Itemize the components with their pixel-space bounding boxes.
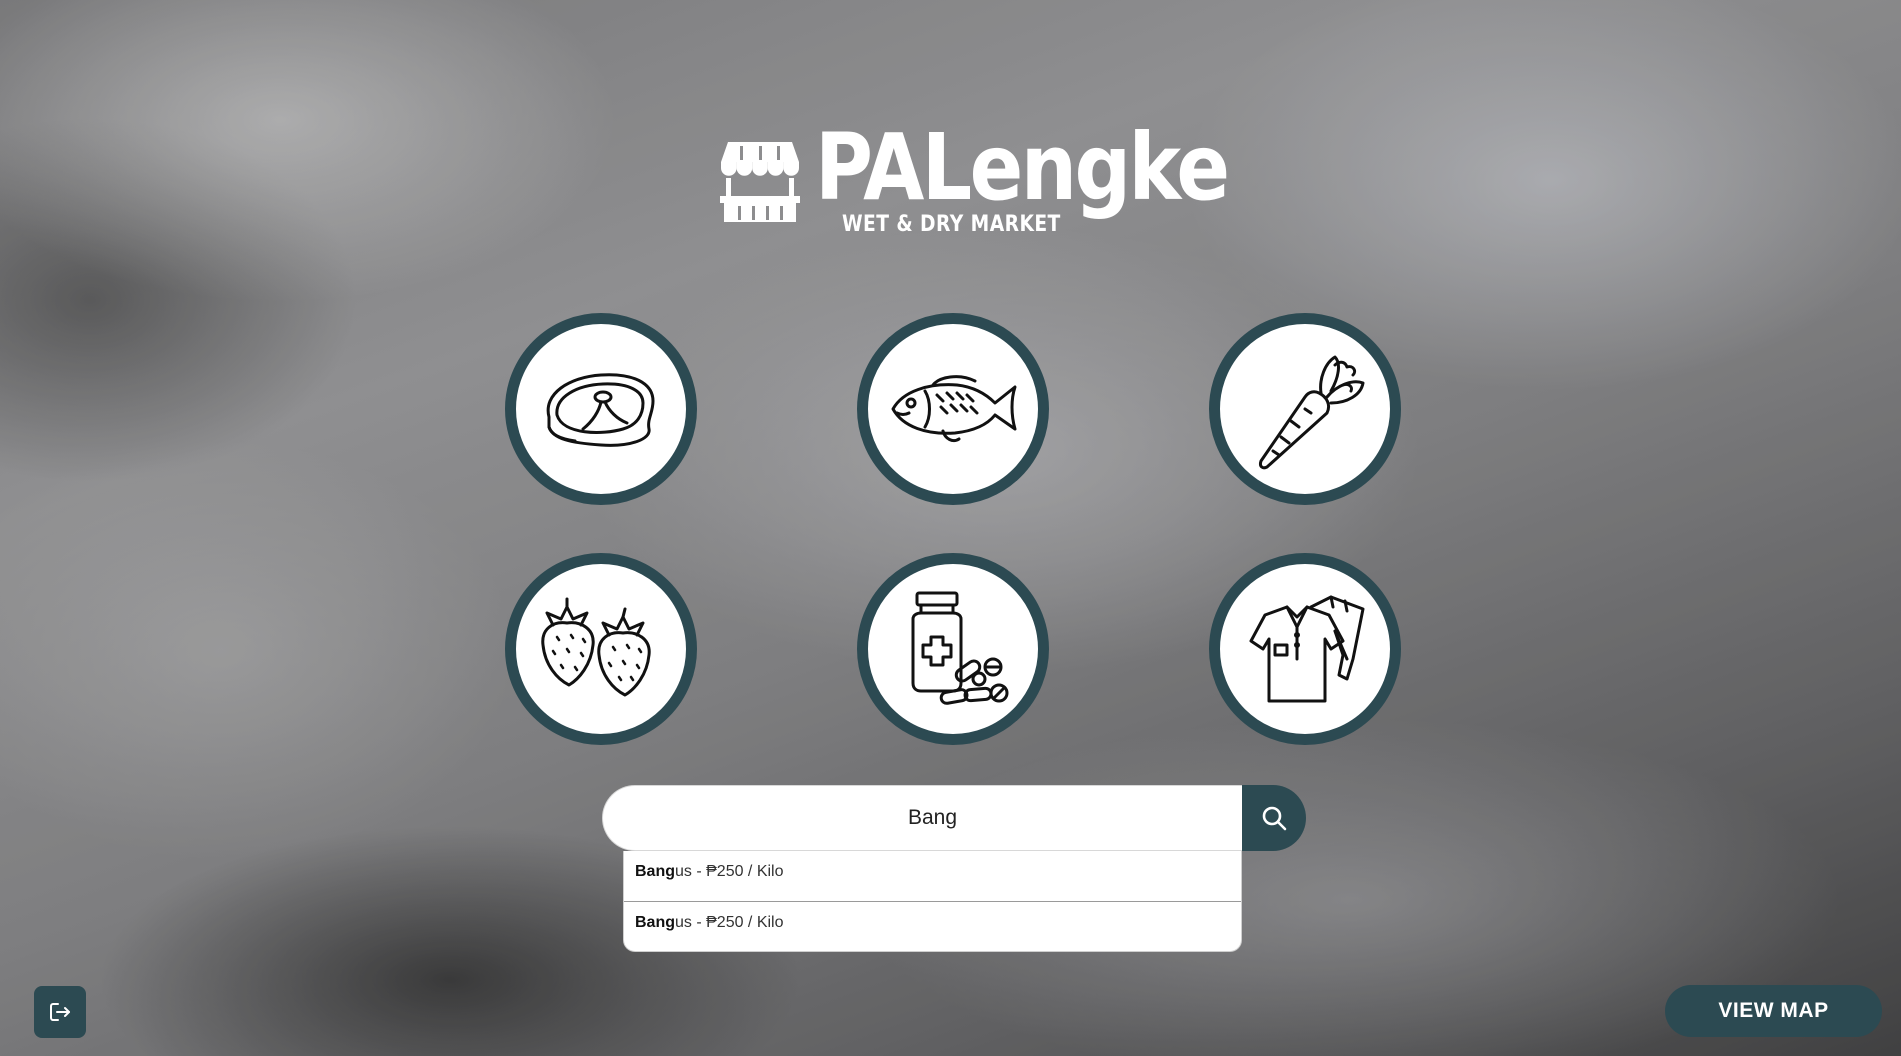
view-map-button[interactable]: VIEW MAP	[1665, 985, 1882, 1037]
suggestion-item[interactable]: Bangus - ₱250 / Kilo	[624, 901, 1241, 951]
fish-icon	[891, 375, 1017, 443]
suggestion-rest: us - ₱250 / Kilo	[675, 863, 784, 880]
strawberry-fruit-icon	[541, 597, 651, 697]
category-medicine-button[interactable]	[857, 553, 1049, 745]
brand-logo: PALengke WET & DRY MARKET	[720, 118, 1230, 248]
category-meat-button[interactable]	[505, 313, 697, 505]
suggestion-match: Bang	[635, 863, 675, 880]
suggestion-item[interactable]: Bangus - ₱250 / Kilo	[624, 851, 1241, 901]
meat-steak-icon	[546, 373, 655, 447]
search-button[interactable]	[1242, 785, 1306, 851]
category-vegetables-button[interactable]	[1209, 313, 1401, 505]
search-bar	[602, 785, 1306, 851]
logout-button[interactable]	[34, 986, 86, 1038]
category-fruits-button[interactable]	[505, 553, 697, 745]
carrot-vegetable-icon	[1259, 355, 1365, 470]
suggestion-rest: us - ₱250 / Kilo	[675, 914, 784, 931]
logout-icon	[50, 1003, 70, 1021]
clothing-shirt-pants-icon	[1249, 595, 1365, 703]
search-input[interactable]	[602, 785, 1242, 851]
search-icon	[1262, 806, 1287, 831]
brand-name: PALengke	[815, 114, 1230, 221]
suggestion-match: Bang	[635, 914, 675, 931]
search-suggestions: Bangus - ₱250 / Kilo Bangus - ₱250 / Kil…	[623, 851, 1242, 952]
brand-tagline: WET & DRY MARKET	[842, 212, 1061, 237]
medicine-pills-icon	[911, 591, 1009, 705]
category-fish-button[interactable]	[857, 313, 1049, 505]
category-clothing-button[interactable]	[1209, 553, 1401, 745]
market-stall-icon	[720, 142, 800, 222]
